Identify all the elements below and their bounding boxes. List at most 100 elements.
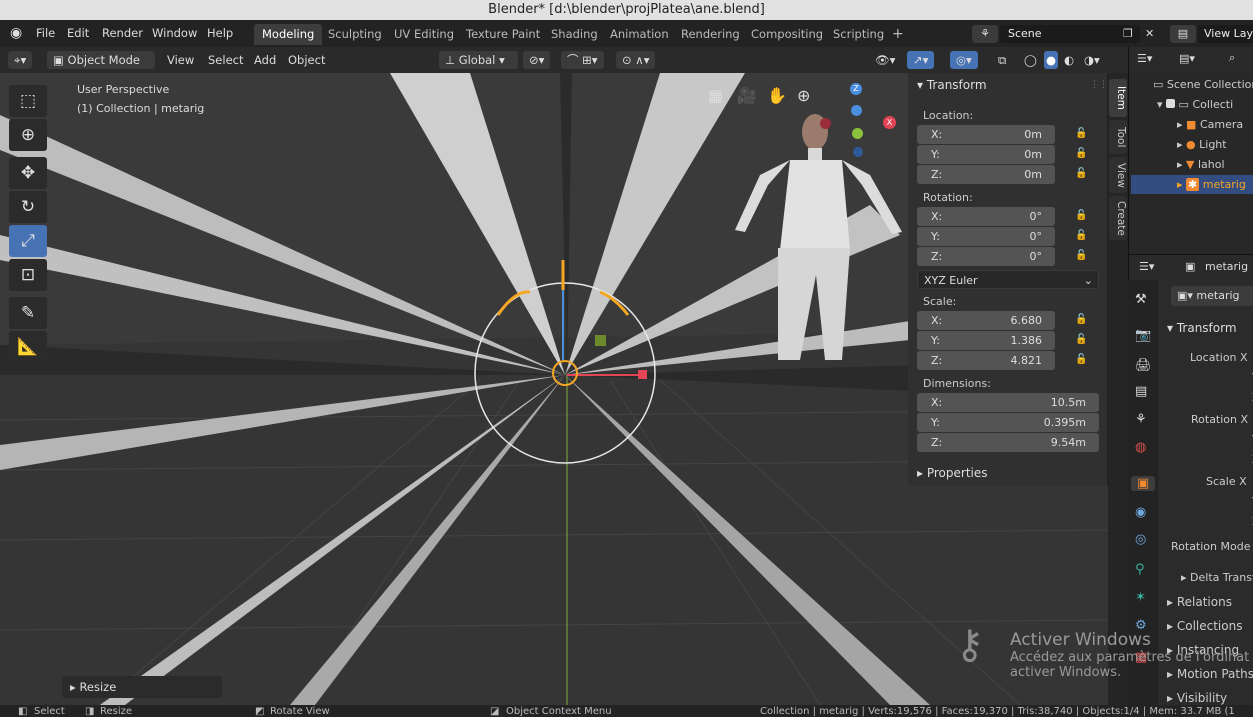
- remove-scene-icon[interactable]: ✕: [1145, 25, 1154, 43]
- tab-texture-paint[interactable]: Texture Paint: [466, 24, 540, 45]
- tab-sculpting[interactable]: Sculpting: [328, 24, 382, 45]
- location-x-field[interactable]: X: 0m: [917, 125, 1055, 144]
- render-icon[interactable]: 📷: [1135, 328, 1151, 343]
- world-icon[interactable]: ◍: [1135, 440, 1146, 455]
- tab-scripting[interactable]: Scripting: [833, 24, 884, 45]
- tool-settings-icon[interactable]: ⚒: [1135, 292, 1147, 307]
- shading-material-icon[interactable]: ◐: [1064, 51, 1074, 69]
- menu-window[interactable]: Window: [152, 26, 197, 40]
- view-layer-field[interactable]: View Lay: [1198, 25, 1253, 43]
- rotation-x-field[interactable]: X: 0°: [917, 207, 1055, 226]
- tab-tool[interactable]: Tool: [1109, 120, 1127, 154]
- lock-icon[interactable]: 🔓: [1075, 230, 1087, 241]
- annotate-tool-icon[interactable]: ✎: [9, 297, 47, 329]
- copy-scene-icon[interactable]: ❐: [1123, 25, 1139, 43]
- shading-rendered-icon[interactable]: ◑▾: [1084, 51, 1100, 69]
- tab-compositing[interactable]: Compositing: [751, 24, 823, 45]
- menu-add[interactable]: Add: [254, 51, 276, 69]
- expand-icon[interactable]: ▾: [1157, 98, 1163, 111]
- outliner-row-scene-collection[interactable]: ▭ Scene Collection: [1153, 78, 1253, 91]
- xray-icon[interactable]: ⧉: [998, 51, 1006, 69]
- pan-hand-icon[interactable]: ✋: [767, 86, 787, 105]
- visibility-icon[interactable]: 👁▾: [875, 51, 895, 69]
- blender-logo-icon[interactable]: ◉: [10, 25, 22, 41]
- tab-create[interactable]: Create: [1109, 196, 1127, 240]
- shading-wireframe-icon[interactable]: ◯: [1024, 51, 1037, 69]
- gizmo-z-axis[interactable]: Z: [850, 83, 862, 95]
- visibility-panel[interactable]: ▸ Visibility: [1167, 691, 1227, 705]
- outliner-row-camera[interactable]: ▸ ■ Camera: [1177, 118, 1243, 131]
- lock-icon[interactable]: 🔓: [1075, 250, 1087, 261]
- drag-handle-icon[interactable]: ⋮⋮: [1090, 80, 1108, 90]
- lock-icon[interactable]: 🔓: [1075, 354, 1087, 365]
- search-icon[interactable]: ⌕: [1229, 51, 1235, 65]
- grid-view-icon[interactable]: ▦: [708, 86, 723, 105]
- scene-icon[interactable]: ⚘: [1135, 412, 1147, 427]
- orientation-dropdown[interactable]: ⊥ Global ▾: [439, 51, 518, 69]
- dimensions-z-field[interactable]: Z: 9.54m: [917, 433, 1099, 452]
- tab-rendering[interactable]: Rendering: [681, 24, 740, 45]
- menu-file[interactable]: File: [36, 26, 55, 40]
- camera-view-icon[interactable]: 🎥: [737, 86, 757, 105]
- tab-view[interactable]: View: [1109, 157, 1127, 193]
- view-layer-icon[interactable]: ▤: [1170, 25, 1196, 43]
- scale-y-field[interactable]: Y: 1.386: [917, 331, 1055, 350]
- menu-help[interactable]: Help: [207, 26, 233, 40]
- scale-x-field[interactable]: X: 6.680: [917, 311, 1055, 330]
- lock-icon[interactable]: 🔓: [1075, 210, 1087, 221]
- outliner-row-light[interactable]: ▸ ● Light: [1177, 138, 1227, 151]
- rotation-z-field[interactable]: Z: 0°: [917, 247, 1055, 266]
- shading-solid-icon[interactable]: ●: [1044, 51, 1059, 69]
- outliner-row-collection[interactable]: ▾ ▭ Collecti: [1157, 98, 1233, 111]
- properties-section-header[interactable]: ▸ Properties: [917, 466, 988, 480]
- scene-name-field[interactable]: Scene: [1000, 25, 1140, 43]
- select-box-tool-icon[interactable]: ⬚: [9, 85, 47, 117]
- delta-transform-subpanel[interactable]: ▸ Delta Transf: [1181, 571, 1253, 584]
- tab-uv-editing[interactable]: UV Editing: [394, 24, 454, 45]
- rotation-mode-dropdown[interactable]: XYZ Euler ⌄: [917, 270, 1099, 289]
- scale-tool-icon[interactable]: ⤢: [9, 225, 47, 257]
- scene-selector-icon[interactable]: ⚘: [972, 25, 998, 43]
- measure-tool-icon[interactable]: 📐: [9, 331, 47, 363]
- transform-panel-header[interactable]: ▾ Transform: [1167, 321, 1237, 335]
- gizmo-z-dot[interactable]: [851, 105, 862, 116]
- move-tool-icon[interactable]: ✥: [9, 157, 47, 189]
- tab-item[interactable]: Item: [1109, 79, 1127, 117]
- snap-icon[interactable]: ⌒ ⊞▾: [561, 51, 604, 69]
- tab-animation[interactable]: Animation: [610, 24, 669, 45]
- transform-section-header[interactable]: ▾ Transform: [917, 78, 987, 92]
- location-y-field[interactable]: Y: 0m: [917, 145, 1055, 164]
- last-operator-panel[interactable]: ▸ Resize: [62, 676, 222, 698]
- display-mode-icon[interactable]: ▤▾: [1179, 52, 1195, 65]
- pivot-dropdown-icon[interactable]: ⊘▾: [523, 51, 551, 69]
- lock-icon[interactable]: 🔓: [1075, 128, 1087, 139]
- gizmo-toggle-icon[interactable]: ↗▾: [907, 51, 935, 69]
- menu-object[interactable]: Object: [288, 51, 325, 69]
- dimensions-x-field[interactable]: X: 10.5m: [917, 393, 1099, 412]
- modifiers-icon[interactable]: ◉: [1135, 505, 1146, 520]
- view-layer-icon[interactable]: ▤: [1135, 384, 1147, 399]
- rotate-tool-icon[interactable]: ↻: [9, 191, 47, 223]
- armature-data-icon[interactable]: ✶: [1135, 590, 1146, 605]
- scale-z-field[interactable]: Z: 4.821: [917, 351, 1055, 370]
- lock-icon[interactable]: 🔓: [1075, 168, 1087, 179]
- rotation-y-field[interactable]: Y: 0°: [917, 227, 1055, 246]
- gizmo-x-axis[interactable]: X: [883, 116, 896, 129]
- zoom-icon[interactable]: ⊕: [797, 86, 810, 105]
- tab-shading[interactable]: Shading: [551, 24, 598, 45]
- outliner-row-metarig[interactable]: ▸ ✱ metarig: [1131, 175, 1253, 194]
- output-icon[interactable]: 🖨: [1135, 358, 1152, 373]
- relations-panel[interactable]: ▸ Relations: [1167, 595, 1232, 609]
- editor-type-icon[interactable]: ⌖▾: [8, 51, 33, 69]
- gizmo-y-dot[interactable]: [852, 128, 863, 139]
- dimensions-y-field[interactable]: Y: 0.395m: [917, 413, 1099, 432]
- editor-type-icon[interactable]: ☰▾: [1137, 52, 1152, 65]
- lock-icon[interactable]: 🔓: [1075, 148, 1087, 159]
- datablock-selector[interactable]: ▣▾ metarig: [1171, 286, 1253, 306]
- object-properties-icon[interactable]: ▣: [1131, 476, 1155, 491]
- physics-icon[interactable]: ◎: [1135, 532, 1146, 547]
- outliner-row-lahol[interactable]: ▸ ▼ lahol: [1177, 158, 1225, 171]
- menu-view[interactable]: View: [167, 51, 194, 69]
- lock-icon[interactable]: 🔓: [1075, 334, 1087, 345]
- gizmo-neg-z-dot[interactable]: [853, 147, 863, 157]
